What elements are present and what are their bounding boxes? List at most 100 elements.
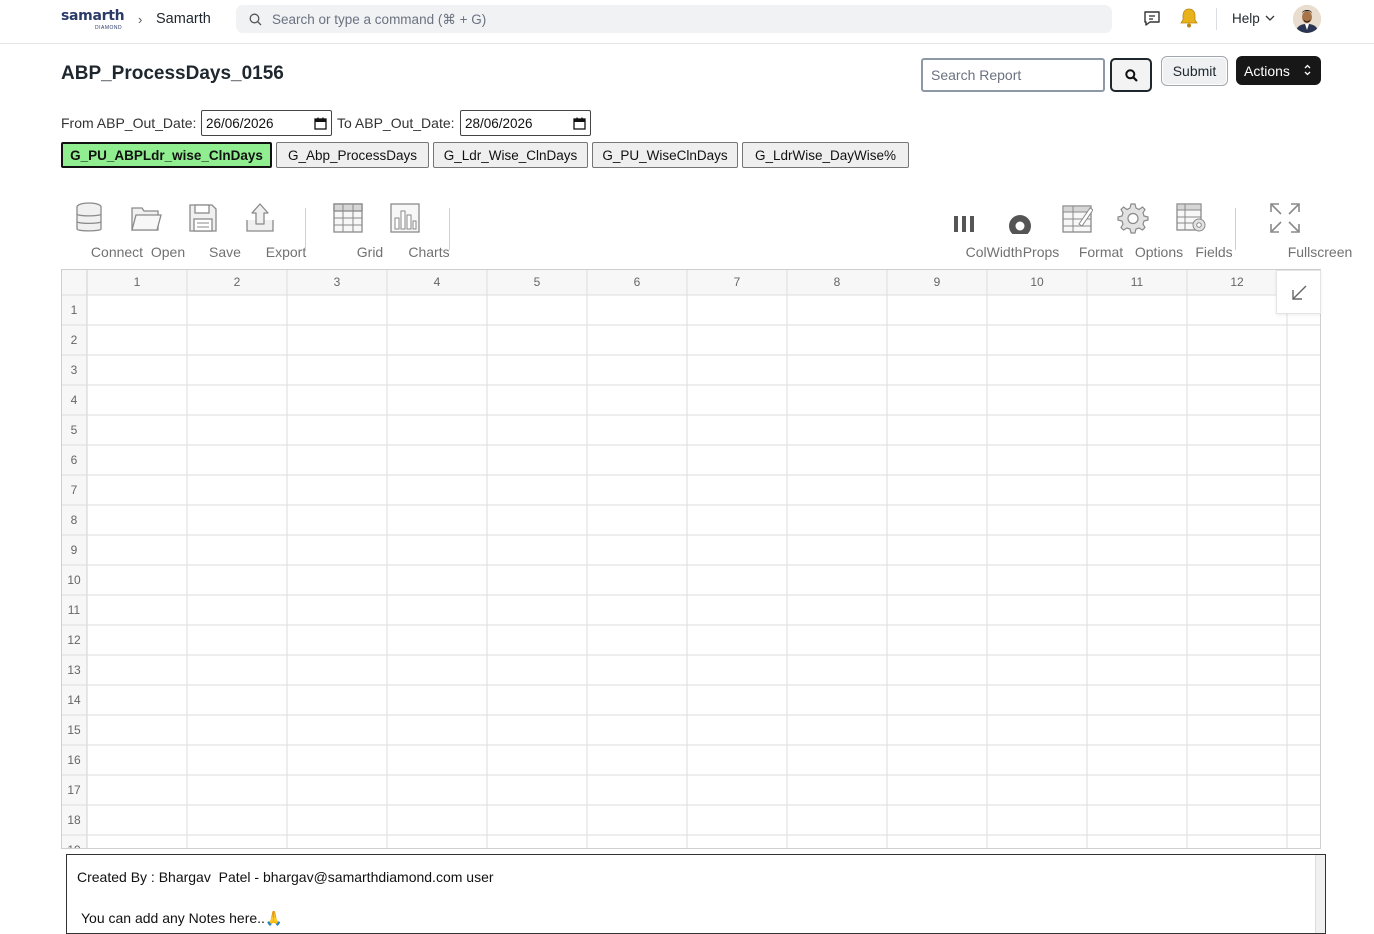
charts-tool[interactable]: Charts	[381, 202, 450, 260]
help-menu[interactable]: Help	[1232, 11, 1260, 26]
row-header[interactable]: 8	[71, 513, 78, 527]
row-header[interactable]: 1	[71, 303, 78, 317]
options-tool[interactable]: Options	[1107, 202, 1183, 260]
row-header[interactable]: 17	[67, 783, 81, 797]
report-search-input[interactable]	[921, 58, 1105, 92]
chevron-down-icon[interactable]	[1265, 15, 1275, 21]
column-header[interactable]: 7	[734, 275, 741, 289]
props-tool[interactable]: Props	[999, 202, 1059, 260]
format-label: Format	[1078, 244, 1124, 260]
notes-hint-text: You can add any Notes here..🙏	[81, 910, 283, 926]
column-header[interactable]: 4	[434, 275, 441, 289]
column-header[interactable]: 9	[934, 275, 941, 289]
app-logo[interactable]: samarth DIAMOND	[61, 8, 125, 32]
from-date-input[interactable]: 26/06/2026	[201, 110, 332, 136]
updown-caret-icon	[1304, 64, 1311, 76]
row-header[interactable]: 7	[71, 483, 78, 497]
column-header[interactable]: 5	[534, 275, 541, 289]
save-icon	[189, 204, 217, 232]
report-search-button[interactable]	[1110, 58, 1152, 92]
top-navbar: samarth DIAMOND › Samarth Help	[0, 0, 1374, 44]
row-header[interactable]: 11	[68, 603, 81, 617]
notification-bell-icon[interactable]	[1178, 7, 1200, 29]
report-button-abp-processdays[interactable]: G_Abp_ProcessDays	[276, 142, 429, 168]
toolbar-separator	[449, 208, 450, 250]
column-header[interactable]: 6	[634, 275, 641, 289]
grid-tool[interactable]: Grid	[326, 202, 383, 260]
report-button-pu-wiseclndays[interactable]: G_PU_WiseClnDays	[592, 142, 738, 168]
save-tool[interactable]: Save	[181, 202, 241, 260]
user-avatar[interactable]	[1293, 5, 1321, 33]
fullscreen-expand-icon	[1270, 203, 1300, 233]
to-date-input[interactable]: 28/06/2026	[460, 110, 591, 136]
column-width-icon	[954, 216, 974, 232]
row-header[interactable]: 9	[71, 543, 78, 557]
fields-tool[interactable]: Fields	[1168, 202, 1233, 260]
report-button-ldrwise-daywise[interactable]: G_LdrWise_DayWise%	[742, 142, 909, 168]
submit-button[interactable]: Submit	[1161, 56, 1228, 86]
calendar-icon[interactable]	[314, 117, 327, 130]
breadcrumb-samarth[interactable]: Samarth	[156, 11, 211, 27]
logo-text: samarth	[61, 8, 125, 24]
props-label: Props	[1022, 244, 1060, 260]
collapse-arrow-icon	[1292, 285, 1307, 300]
column-header[interactable]: 10	[1030, 275, 1044, 289]
notes-scrollbar[interactable]	[1315, 855, 1325, 933]
column-header[interactable]: 8	[834, 275, 841, 289]
toolbar-separator	[305, 208, 306, 250]
actions-button[interactable]: Actions	[1236, 56, 1321, 85]
to-date-label: To ABP_Out_Date:	[337, 115, 455, 131]
row-header[interactable]: 16	[67, 753, 81, 767]
to-date-value: 28/06/2026	[465, 116, 533, 131]
row-header[interactable]: 19	[67, 843, 81, 849]
format-tool[interactable]: Format	[1053, 202, 1123, 260]
collapse-grid-button[interactable]	[1276, 270, 1321, 314]
row-header[interactable]: 4	[71, 393, 78, 407]
export-tool[interactable]: Export	[234, 202, 306, 260]
search-icon	[249, 13, 262, 26]
row-header[interactable]: 18	[67, 813, 81, 827]
row-header[interactable]: 5	[71, 423, 78, 437]
notes-area[interactable]: Created By : Bhargav Patel - bhargav@sam…	[66, 854, 1326, 934]
fields-settings-icon	[1176, 203, 1206, 232]
search-icon	[1125, 69, 1138, 82]
grid-canvas: 1 2 3 4 5 6 7 8 9 10 11 121234567891011121314151617…	[62, 270, 1320, 849]
pivot-grid[interactable]: 1 2 3 4 5 6 7 8 9 10 11 12 1 2 3 4 5 6 7 8 9 10 11 12 13 14 15 16 17…	[61, 269, 1321, 849]
global-search-input[interactable]	[272, 5, 1092, 33]
database-icon	[76, 202, 102, 232]
chat-icon[interactable]	[1143, 10, 1161, 27]
row-header[interactable]: 2	[71, 333, 78, 347]
row-header[interactable]: 14	[67, 693, 81, 707]
calendar-icon[interactable]	[573, 117, 586, 130]
column-header[interactable]: 12	[1230, 275, 1244, 289]
column-header[interactable]: 3	[334, 275, 341, 289]
colwidth-tool[interactable]: ColWidth	[934, 202, 1022, 260]
row-header[interactable]: 10	[67, 573, 81, 587]
column-header[interactable]: 1	[134, 275, 141, 289]
fullscreen-tool[interactable]: Fullscreen	[1250, 202, 1352, 260]
logo-subtext: DIAMOND	[95, 25, 123, 31]
report-button-ldr-wise-clndays[interactable]: G_Ldr_Wise_ClnDays	[433, 142, 588, 168]
open-label: Open	[150, 244, 186, 260]
actions-label: Actions	[1244, 62, 1290, 79]
row-header[interactable]: 3	[71, 363, 78, 377]
export-icon	[246, 203, 274, 232]
grid-icon	[333, 203, 363, 233]
row-header[interactable]: 15	[67, 723, 81, 737]
column-header[interactable]: 2	[234, 275, 241, 289]
props-circle-icon	[1009, 215, 1031, 234]
charts-label: Charts	[408, 244, 450, 260]
row-header[interactable]: 6	[71, 453, 78, 467]
from-date-label: From ABP_Out_Date:	[61, 115, 197, 131]
global-search-bar[interactable]	[236, 5, 1112, 33]
row-header[interactable]: 12	[67, 633, 81, 647]
fullscreen-label: Fullscreen	[1287, 244, 1353, 260]
bar-chart-icon	[390, 203, 420, 233]
row-header[interactable]: 13	[67, 663, 81, 677]
colwidth-label: ColWidth	[965, 244, 1023, 260]
open-tool[interactable]: Open	[124, 202, 185, 260]
connect-tool[interactable]: Connect	[61, 202, 143, 260]
connect-label: Connect	[90, 244, 144, 260]
report-button-pu-abpldr-wise-clndays[interactable]: G_PU_ABPLdr_wise_ClnDays	[61, 142, 272, 168]
column-header[interactable]: 11	[1131, 275, 1144, 289]
